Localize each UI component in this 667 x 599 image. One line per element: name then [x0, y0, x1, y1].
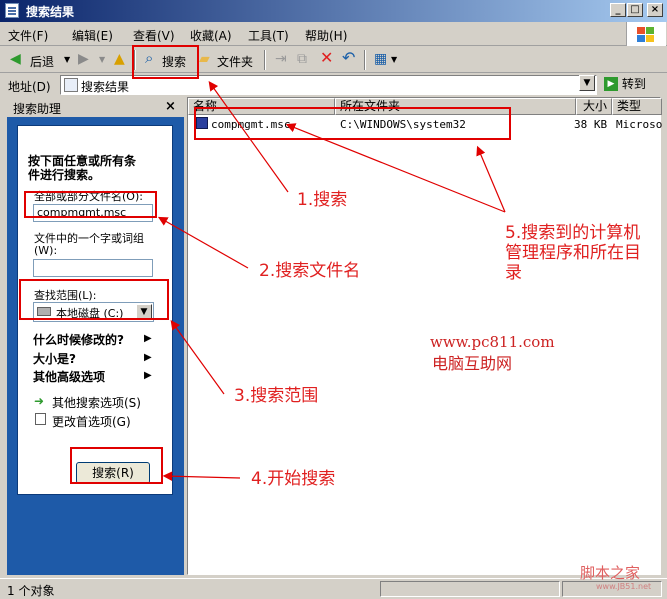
- minimize-button[interactable]: _: [610, 3, 626, 17]
- column-type[interactable]: 类型: [612, 98, 662, 115]
- go-label: 转到: [621, 77, 646, 91]
- close-button[interactable]: ×: [647, 3, 663, 17]
- watermark-site2: 脚本之家: [580, 564, 641, 582]
- up-folder-icon[interactable]: ▲: [114, 52, 125, 66]
- folders-button[interactable]: 文件夹: [217, 53, 253, 70]
- result-size: 38 KB: [574, 118, 608, 131]
- watermark-url: www.pc811.com: [430, 333, 555, 351]
- go-arrow-icon: ▶: [604, 76, 618, 91]
- views-dropdown-icon[interactable]: ▼: [391, 53, 397, 67]
- menu-view[interactable]: 查看(V): [133, 27, 175, 44]
- highlight-scope-select: [19, 279, 169, 320]
- result-type: Microso: [616, 118, 663, 131]
- highlight-filename-input: [24, 191, 157, 218]
- preferences-icon: [35, 413, 46, 425]
- menu-tools[interactable]: 工具(T): [248, 27, 289, 44]
- search-results-icon: [64, 78, 78, 92]
- option-size[interactable]: 大小是?: [33, 350, 76, 367]
- maximize-button[interactable]: □: [627, 3, 643, 17]
- delete-icon[interactable]: ✕: [320, 50, 333, 66]
- status-bar: 1 个对象: [0, 578, 667, 598]
- annotation-step-1: 1.搜索: [297, 190, 348, 210]
- search-assistant-body: 按下面任意或所有条 件进行搜索。 全部或部分文件名(O): compmgmt.m…: [7, 117, 184, 575]
- undo-icon[interactable]: ↶: [342, 50, 355, 66]
- menu-bar: 文件(F) 编辑(E) 查看(V) 收藏(A) 工具(T) 帮助(H): [0, 22, 667, 46]
- address-value: 搜索结果: [81, 80, 130, 94]
- intro-line-2: 件进行搜索。: [28, 168, 101, 182]
- annotation-step-5-line3: 录: [505, 263, 522, 283]
- word-label-2: (W):: [34, 244, 58, 257]
- other-options-arrow-icon: ➜: [34, 394, 45, 408]
- column-size[interactable]: 大小: [576, 98, 612, 115]
- address-label: 地址(D): [8, 80, 51, 94]
- highlight-search-button: [132, 45, 199, 79]
- menu-file[interactable]: 文件(F): [8, 27, 48, 44]
- change-preferences-link[interactable]: 更改首选项(G): [52, 413, 131, 430]
- status-field: [380, 581, 560, 597]
- forward-arrow-icon[interactable]: ▶: [78, 52, 89, 66]
- annotation-step-2: 2.搜索文件名: [259, 261, 361, 281]
- title-bar: 搜索结果 _ □ ×: [0, 0, 667, 22]
- address-dropdown-icon[interactable]: ▼: [579, 75, 595, 91]
- search-assistant-panel: 搜索助理 × 按下面任意或所有条 件进行搜索。 全部或部分文件名(O): com…: [7, 97, 184, 575]
- back-button[interactable]: 后退: [30, 53, 54, 70]
- expand-arrow-icon[interactable]: ▶: [144, 333, 152, 344]
- back-arrow-icon[interactable]: ◀: [10, 52, 21, 66]
- move-to-icon[interactable]: ⇥: [275, 52, 287, 66]
- annotation-step-3: 3.搜索范围: [234, 386, 319, 406]
- highlight-search-button-2: [70, 447, 163, 484]
- views-icon[interactable]: ▦: [374, 52, 387, 66]
- search-assistant-title: 搜索助理: [13, 102, 62, 116]
- watermark-site: 电脑互助网: [432, 354, 513, 373]
- folder-icon[interactable]: ▰: [199, 52, 210, 66]
- windows-logo-icon: [626, 22, 666, 46]
- status-text: 1 个对象: [7, 584, 55, 598]
- search-assistant-header: 搜索助理 ×: [7, 97, 184, 117]
- expand-arrow-icon[interactable]: ▶: [144, 370, 152, 381]
- highlight-result-row: [194, 107, 511, 140]
- word-input[interactable]: [33, 259, 153, 277]
- annotation-step-4: 4.开始搜索: [251, 469, 336, 489]
- panel-close-icon[interactable]: ×: [165, 99, 176, 114]
- window-title: 搜索结果: [26, 5, 75, 19]
- go-button[interactable]: ▶ 转到: [604, 75, 646, 92]
- search-window-icon: [5, 3, 19, 18]
- watermark-url2: www.JB51.net: [596, 582, 652, 591]
- expand-arrow-icon[interactable]: ▶: [144, 352, 152, 363]
- menu-help[interactable]: 帮助(H): [305, 27, 347, 44]
- annotation-step-5-line2: 管理程序和所在目: [505, 243, 641, 263]
- back-dropdown-icon[interactable]: ▼: [64, 53, 70, 67]
- copy-to-icon[interactable]: ⧉: [297, 52, 307, 66]
- forward-dropdown-icon[interactable]: ▼: [99, 53, 105, 67]
- toolbar: ◀ 后退 ▼ ▶ ▼ ▲ ⌕ 搜索 ▰ 文件夹 ⇥ ⧉ ✕ ↶ ▦ ▼: [0, 47, 667, 73]
- option-advanced[interactable]: 其他高级选项: [33, 368, 105, 385]
- menu-edit[interactable]: 编辑(E): [72, 27, 113, 44]
- other-search-options-link[interactable]: 其他搜索选项(S): [52, 394, 141, 411]
- option-modified[interactable]: 什么时候修改的?: [33, 331, 124, 348]
- address-bar: 地址(D) 搜索结果 ▼ ▶ 转到: [0, 73, 667, 97]
- menu-favorites[interactable]: 收藏(A): [190, 27, 232, 44]
- results-pane: 名称 所在文件夹 大小 类型 compmgmt.msc C:\WINDOWS\s…: [187, 97, 663, 575]
